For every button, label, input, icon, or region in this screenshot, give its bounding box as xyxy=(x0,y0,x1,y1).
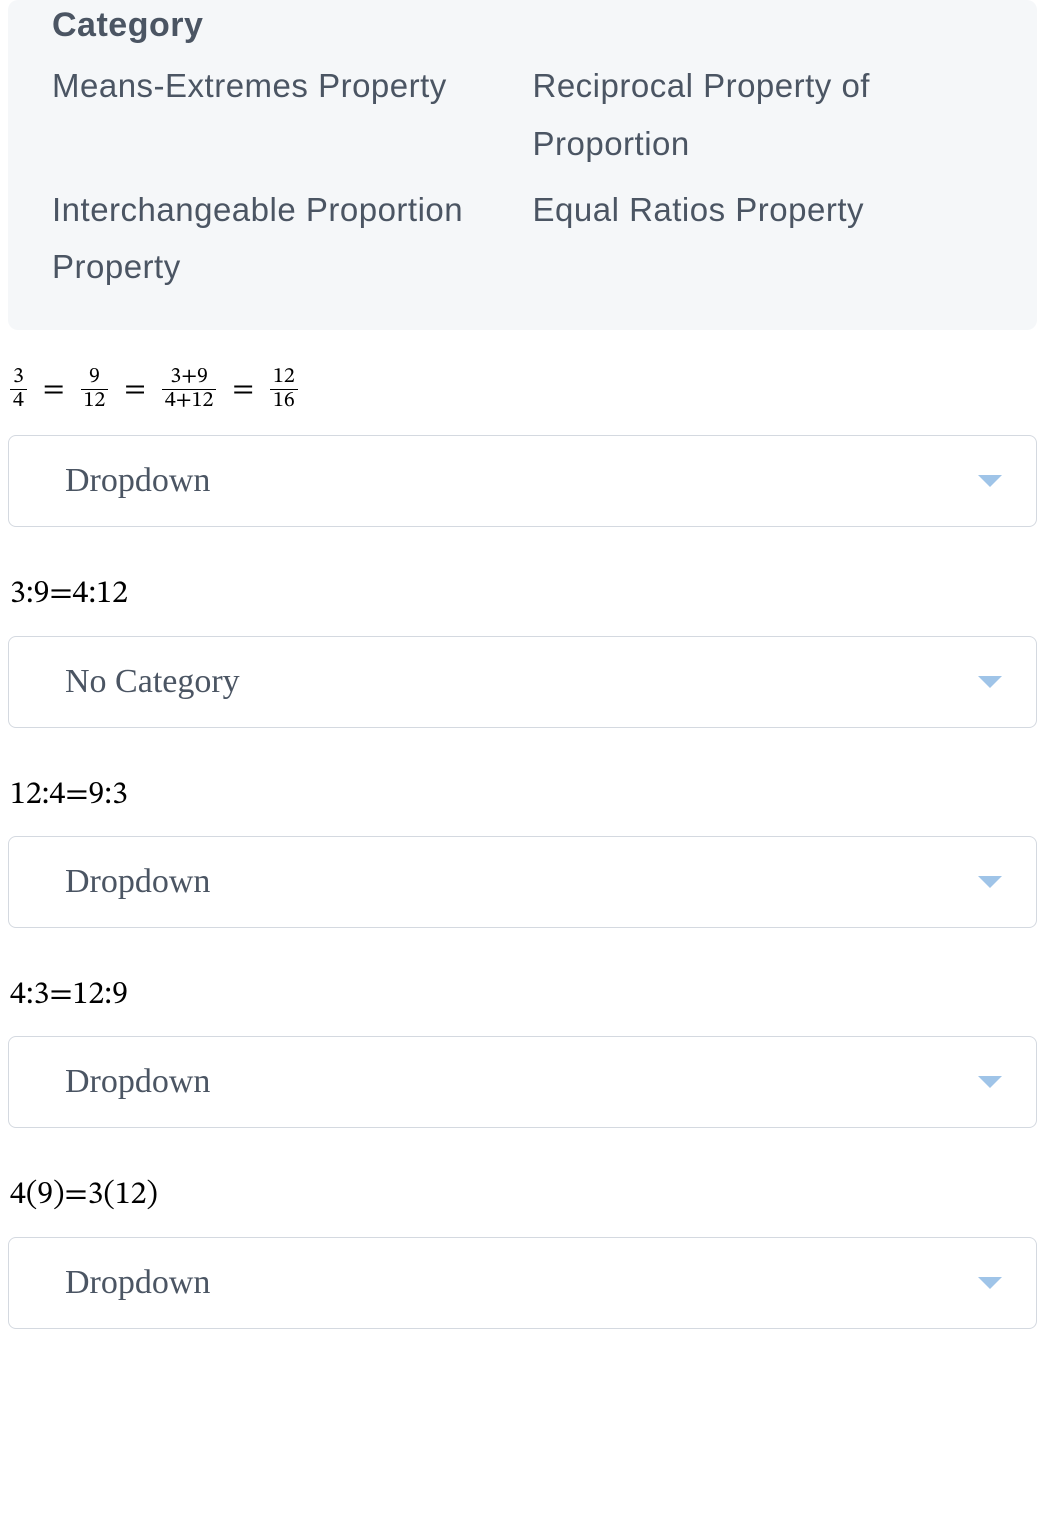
chevron-down-icon xyxy=(978,1076,1002,1088)
question-block: 3:9=4:12 No Category xyxy=(8,575,1037,727)
chevron-down-icon xyxy=(978,1277,1002,1289)
category-panel: Category Means-Extremes Property Recipro… xyxy=(8,0,1037,330)
expression-text: 4(9)=3(12) xyxy=(8,1176,1037,1214)
category-dropdown[interactable]: Dropdown xyxy=(8,1237,1037,1329)
dropdown-label: Dropdown xyxy=(65,863,210,901)
category-dropdown[interactable]: Dropdown xyxy=(8,435,1037,527)
category-header: Category xyxy=(52,0,993,45)
category-item[interactable]: Equal Ratios Property xyxy=(533,181,994,297)
question-block: 4:3=12:9 Dropdown xyxy=(8,976,1037,1128)
question-block: 4(9)=3(12) Dropdown xyxy=(8,1176,1037,1328)
chevron-down-icon xyxy=(978,676,1002,688)
expression-text: 4:3=12:9 xyxy=(8,976,1037,1014)
category-dropdown[interactable]: Dropdown xyxy=(8,1036,1037,1128)
category-item[interactable]: Interchangeable Proportion Property xyxy=(52,181,513,297)
equals-sign: = xyxy=(41,372,67,408)
dropdown-label: Dropdown xyxy=(65,462,210,500)
fraction: 3+9 4+12 xyxy=(162,366,217,413)
chevron-down-icon xyxy=(978,475,1002,487)
dropdown-label: No Category xyxy=(65,663,240,701)
fraction: 12 16 xyxy=(270,366,298,413)
category-grid: Means-Extremes Property Reciprocal Prope… xyxy=(52,57,993,296)
expression-fraction-chain: 3 4 = 9 12 = 3+9 4+12 = 12 16 xyxy=(8,366,1037,413)
fraction: 3 4 xyxy=(10,366,27,413)
equals-sign: = xyxy=(122,372,148,408)
category-dropdown[interactable]: Dropdown xyxy=(8,836,1037,928)
dropdown-label: Dropdown xyxy=(65,1264,210,1302)
expression-text: 3:9=4:12 xyxy=(8,575,1037,613)
category-item[interactable]: Reciprocal Property of Proportion xyxy=(533,57,994,173)
category-dropdown[interactable]: No Category xyxy=(8,636,1037,728)
fraction: 9 12 xyxy=(81,366,109,413)
question-block: 12:4=9:3 Dropdown xyxy=(8,776,1037,928)
question-block: 3 4 = 9 12 = 3+9 4+12 = 12 16 Dropdown xyxy=(8,366,1037,527)
category-item[interactable]: Means-Extremes Property xyxy=(52,57,513,173)
equals-sign: = xyxy=(230,372,256,408)
expression-text: 12:4=9:3 xyxy=(8,776,1037,814)
chevron-down-icon xyxy=(978,876,1002,888)
dropdown-label: Dropdown xyxy=(65,1063,210,1101)
